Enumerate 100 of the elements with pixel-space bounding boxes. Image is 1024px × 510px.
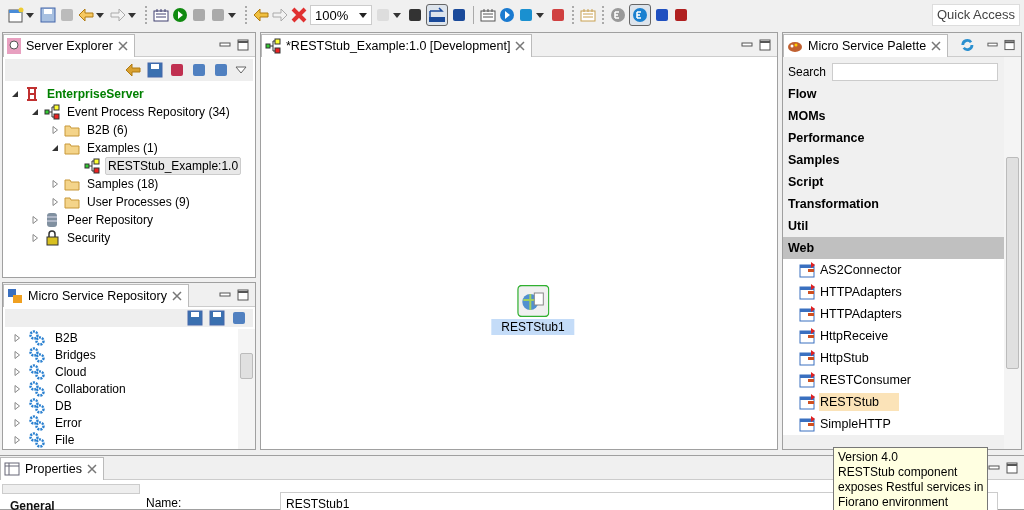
server-badge-icon[interactable]	[610, 7, 626, 23]
palette-category[interactable]: Web	[783, 237, 1004, 259]
close-icon[interactable]	[117, 41, 128, 51]
save-icon[interactable]	[40, 7, 56, 23]
flow-diagram-icon	[44, 104, 60, 120]
maximize-icon[interactable]	[759, 38, 771, 51]
caret-icon[interactable]	[26, 12, 34, 18]
server-toggle[interactable]	[629, 4, 651, 26]
zoom-dropdown[interactable]: 100%	[310, 5, 372, 25]
database-icon	[44, 212, 60, 228]
caret-icon[interactable]	[228, 12, 236, 18]
palette-category[interactable]: Samples	[783, 149, 1004, 171]
tree-item[interactable]: Collaboration	[53, 380, 128, 397]
palette-category[interactable]: Script	[783, 171, 1004, 193]
collapsed-arrow-icon[interactable]	[51, 180, 59, 188]
field-label: Name:	[146, 495, 183, 510]
scrollbar[interactable]	[1004, 57, 1021, 449]
view-menu-icon[interactable]	[235, 66, 247, 74]
search-field[interactable]	[832, 63, 999, 81]
palette-category[interactable]: Util	[783, 215, 1004, 237]
gears-icon	[29, 380, 45, 397]
folder-icon	[64, 123, 80, 137]
run-icon[interactable]	[172, 7, 188, 23]
tooltip: Version 4.0 RESTStub component exposes Restful services in Fiorano environment	[833, 447, 989, 510]
view-tab[interactable]: Properties	[0, 457, 104, 480]
palette-category[interactable]: MOMs	[783, 105, 1004, 127]
calendar-icon[interactable]	[153, 7, 169, 23]
view-tab[interactable]: Micro Service Palette	[783, 34, 949, 57]
collapsed-arrow-icon[interactable]	[51, 126, 59, 134]
maximize-icon[interactable]	[1006, 461, 1018, 474]
tree-item[interactable]: Error	[53, 414, 84, 431]
tree-item[interactable]: EnterpriseServer	[45, 86, 146, 102]
scrollbar[interactable]	[238, 329, 255, 449]
tree-item[interactable]: Examples (1)	[85, 140, 160, 156]
editor-tab[interactable]: *RESTStub_Example:1.0 [Development]	[261, 34, 533, 57]
palette-category[interactable]: Transformation	[783, 193, 1004, 215]
view-tab[interactable]: Server Explorer	[3, 34, 135, 57]
tree-item[interactable]: B2B	[53, 329, 80, 346]
collapsed-arrow-icon[interactable]	[13, 435, 21, 444]
collapsed-arrow-icon[interactable]	[51, 198, 59, 206]
globe-service-icon[interactable]	[517, 285, 549, 317]
close-icon[interactable]	[515, 41, 526, 51]
palette-category[interactable]: Performance	[783, 127, 1004, 149]
delete-icon[interactable]	[291, 7, 307, 23]
collapsed-arrow-icon[interactable]	[31, 216, 39, 224]
folder-icon	[64, 195, 80, 209]
palette-category[interactable]: Flow	[783, 83, 1004, 105]
layout-toggle[interactable]	[426, 4, 448, 26]
tree-item[interactable]: Cloud	[53, 363, 89, 380]
gears-icon	[29, 346, 45, 363]
maximize-icon[interactable]	[237, 288, 249, 301]
search-label: Search	[788, 65, 827, 79]
tree-item[interactable]: B2B (6)	[85, 122, 130, 138]
node-label[interactable]: RESTStub1	[491, 319, 575, 335]
tree-item[interactable]: Event Process Repository (34)	[65, 104, 232, 120]
cubes-icon	[7, 288, 23, 304]
collapsed-arrow-icon[interactable]	[13, 367, 21, 376]
collapsed-arrow-icon[interactable]	[13, 384, 21, 393]
quick-access-field[interactable]: Quick Access	[931, 4, 1020, 26]
section-tab[interactable]: General	[2, 494, 140, 510]
palette-component[interactable]: RESTStub	[819, 393, 900, 411]
collapsed-arrow-icon[interactable]	[13, 350, 21, 359]
expanded-arrow-icon[interactable]	[31, 108, 39, 116]
magnifier-icon	[7, 38, 21, 54]
collapsed-arrow-icon[interactable]	[13, 418, 21, 427]
caret-icon[interactable]	[96, 12, 104, 18]
tree-item[interactable]: File	[53, 431, 77, 448]
collapsed-arrow-icon[interactable]	[13, 333, 21, 342]
expanded-arrow-icon[interactable]	[51, 144, 59, 152]
close-icon[interactable]	[931, 41, 942, 51]
tree-item[interactable]: Security	[65, 230, 113, 246]
caret-icon[interactable]	[359, 12, 367, 18]
gears-icon	[29, 431, 45, 448]
tree-item[interactable]: Peer Repository	[65, 212, 156, 228]
refresh-icon[interactable]	[960, 36, 975, 53]
tree-item[interactable]: RESTStub_Example:1.0	[105, 157, 242, 175]
flow-diagram-icon	[84, 158, 100, 174]
caret-icon[interactable]	[536, 12, 544, 18]
maximize-icon[interactable]	[1003, 38, 1015, 51]
maximize-icon[interactable]	[237, 38, 249, 51]
tree-item[interactable]: Bridges	[53, 346, 98, 363]
component-icon	[799, 372, 817, 388]
component-icon	[799, 328, 817, 344]
folder-icon	[64, 177, 80, 191]
collapsed-arrow-icon[interactable]	[13, 401, 21, 410]
close-icon[interactable]	[171, 291, 182, 301]
expanded-arrow-icon[interactable]	[11, 90, 19, 98]
tree-item[interactable]: DB	[53, 397, 74, 414]
view-tab[interactable]: Micro Service Repository	[3, 284, 189, 307]
component-icon	[799, 416, 817, 432]
collapsed-arrow-icon[interactable]	[31, 234, 39, 242]
caret-icon[interactable]	[128, 12, 136, 18]
palette-icon	[787, 39, 803, 53]
tree-item[interactable]: User Processes (9)	[85, 194, 192, 210]
gears-icon	[29, 329, 45, 346]
caret-icon[interactable]	[393, 12, 401, 18]
flow-diagram-icon	[265, 38, 281, 54]
tree-item[interactable]: Samples (18)	[85, 176, 161, 192]
component-icon	[799, 306, 817, 322]
close-icon[interactable]	[87, 464, 97, 474]
